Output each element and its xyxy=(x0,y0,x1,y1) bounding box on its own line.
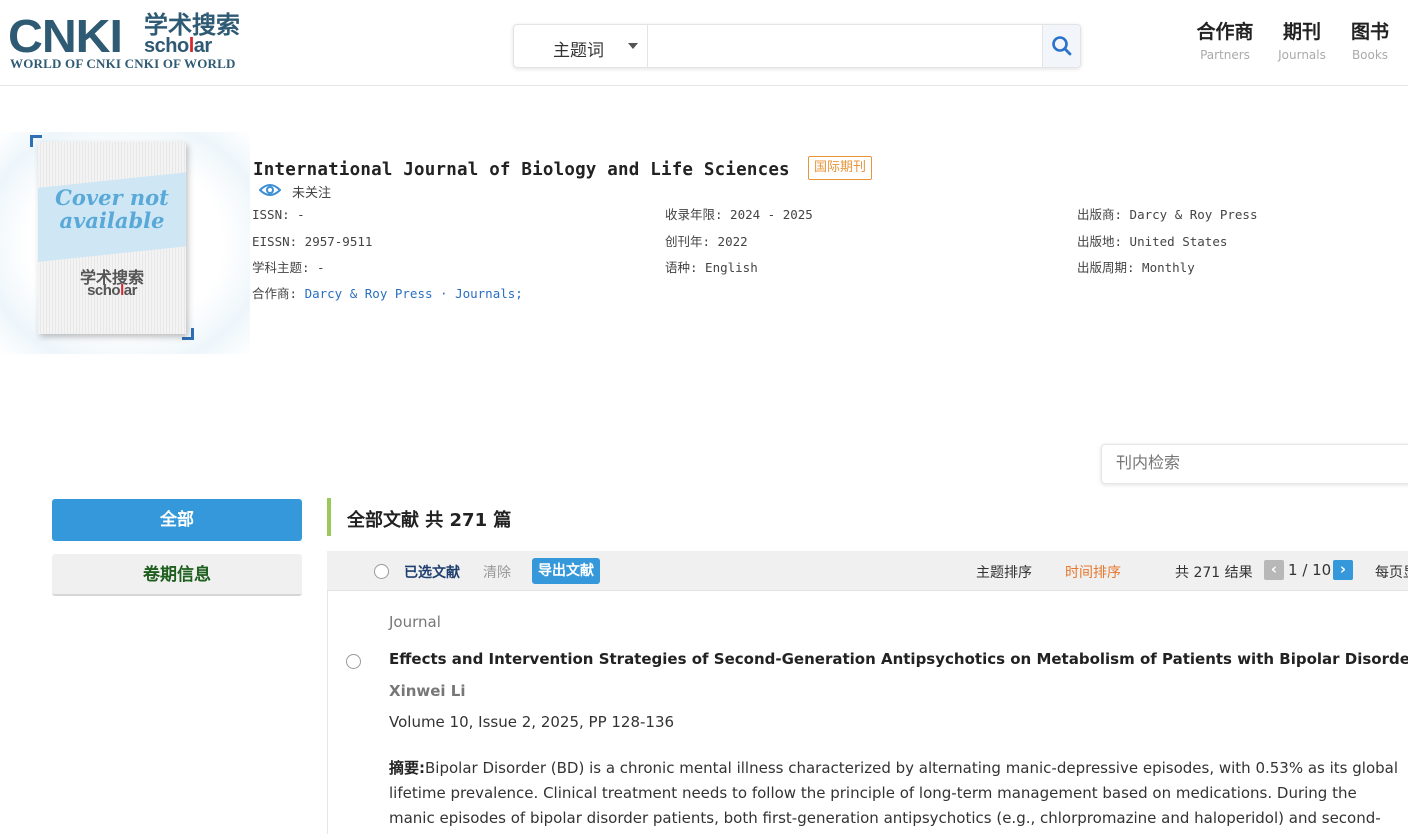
nav-books-sublabel: Books xyxy=(1351,48,1389,62)
logo-scholar-text: scholar xyxy=(144,35,212,57)
meta-language: 语种: English xyxy=(665,260,758,275)
article-title-link[interactable]: Effects and Intervention Strategies of S… xyxy=(389,650,1408,668)
sort-by-time[interactable]: 时间排序 xyxy=(1065,562,1121,582)
section-accent-bar xyxy=(327,498,331,536)
list-divider xyxy=(327,591,328,834)
meta-founded: 创刊年: 2022 xyxy=(665,234,748,249)
meta-publisher: 出版商: Darcy & Roy Press xyxy=(1077,207,1258,222)
selected-docs-label[interactable]: 已选文献 xyxy=(404,562,460,582)
meta-coverage: 收录年限: 2024 - 2025 xyxy=(665,207,813,222)
abstract-label: 摘要: xyxy=(389,759,425,777)
chevron-right-icon: › xyxy=(1339,560,1347,578)
meta-place: 出版地: United States xyxy=(1077,234,1228,249)
journal-title: International Journal of Biology and Lif… xyxy=(253,160,790,180)
page-total: 10 xyxy=(1312,561,1332,579)
article-abstract: 摘要:Bipolar Disorder (BD) is a chronic me… xyxy=(389,756,1401,834)
journal-cover: Cover not available 学术搜索 scholar xyxy=(0,132,250,354)
next-page-button[interactable]: › xyxy=(1333,560,1353,580)
nav-journals[interactable]: 期刊 Journals xyxy=(1275,20,1329,64)
meta-eissn: EISSN: 2957-9511 xyxy=(252,234,373,249)
article-author[interactable]: Xinwei Li xyxy=(389,682,465,700)
results-heading: 全部文献 共 271 篇 xyxy=(347,510,512,531)
search-icon xyxy=(1052,36,1072,56)
article-type: Journal xyxy=(389,613,441,631)
meta-issn: ISSN: - xyxy=(252,207,305,222)
abstract-text: Bipolar Disorder (BD) is a chronic menta… xyxy=(389,759,1399,827)
nav-partners-sublabel: Partners xyxy=(1200,48,1250,62)
search-field-select[interactable]: 主题词 xyxy=(514,25,648,67)
follow-label: 未关注 xyxy=(292,186,332,201)
meta-partner: 合作商: Darcy & Roy Press · Journals; xyxy=(252,285,523,303)
nav-partners-label: 合作商 xyxy=(1196,21,1254,43)
article-source: Volume 10, Issue 2, 2025, PP 128-136 xyxy=(389,713,675,731)
cover-image: Cover not available 学术搜索 scholar xyxy=(38,142,186,334)
chevron-down-icon xyxy=(628,43,638,49)
international-journal-badge: 国际期刊 xyxy=(808,156,873,180)
search-input[interactable] xyxy=(649,25,1042,67)
per-page-label[interactable]: 每页显示 xyxy=(1375,562,1408,582)
tab-volume-info[interactable]: 卷期信息 xyxy=(52,554,302,596)
page-indicator: 1 / 10 xyxy=(1288,561,1332,579)
prev-page-button[interactable]: ‹ xyxy=(1264,560,1284,580)
tab-all[interactable]: 全部 xyxy=(52,499,302,541)
nav-journals-sublabel: Journals xyxy=(1278,48,1326,62)
meta-subject: 学科主题: - xyxy=(252,260,325,275)
chevron-left-icon: ‹ xyxy=(1270,560,1278,578)
nav-journals-label: 期刊 xyxy=(1282,21,1321,43)
clear-button[interactable]: 清除 xyxy=(483,562,511,582)
cover-placeholder-text: Cover not available xyxy=(55,185,169,233)
journal-search-input[interactable] xyxy=(1102,445,1402,483)
meta-frequency: 出版周期: Monthly xyxy=(1077,260,1195,275)
cover-logo-en: scholar xyxy=(87,282,137,299)
sort-by-topic[interactable]: 主题排序 xyxy=(976,562,1032,582)
eye-icon xyxy=(259,184,281,196)
search-button[interactable] xyxy=(1042,25,1080,67)
logo-mark: CNKI xyxy=(8,10,123,62)
nav-books-label: 图书 xyxy=(1350,21,1389,43)
page-current: 1 xyxy=(1288,561,1298,579)
results-toolbar: 已选文献 清除 导出文献 主题排序 时间排序 共 271 结果 ‹ 1 / 10… xyxy=(327,551,1408,591)
nav-partners[interactable]: 合作商 Partners xyxy=(1196,20,1254,64)
top-header: CNKI 学术搜索 scholar WORLD OF CNKI CNKI OF … xyxy=(0,0,1408,86)
meta-partner-label: 合作商: xyxy=(252,286,305,301)
article-select-radio[interactable] xyxy=(346,654,361,669)
nav-books[interactable]: 图书 Books xyxy=(1350,20,1390,64)
cnki-scholar-logo[interactable]: CNKI 学术搜索 scholar WORLD OF CNKI CNKI OF … xyxy=(8,12,258,74)
partner-link[interactable]: Darcy & Roy Press · Journals; xyxy=(305,286,523,301)
journal-search-box xyxy=(1101,444,1408,484)
global-search-box: 主题词 xyxy=(513,24,1081,68)
export-button[interactable]: 导出文献 xyxy=(532,558,600,584)
select-all-radio[interactable] xyxy=(374,564,389,579)
search-field-label: 主题词 xyxy=(553,41,604,61)
results-total: 共 271 结果 xyxy=(1175,565,1253,581)
logo-slogan: WORLD OF CNKI CNKI OF WORLD xyxy=(10,56,236,71)
